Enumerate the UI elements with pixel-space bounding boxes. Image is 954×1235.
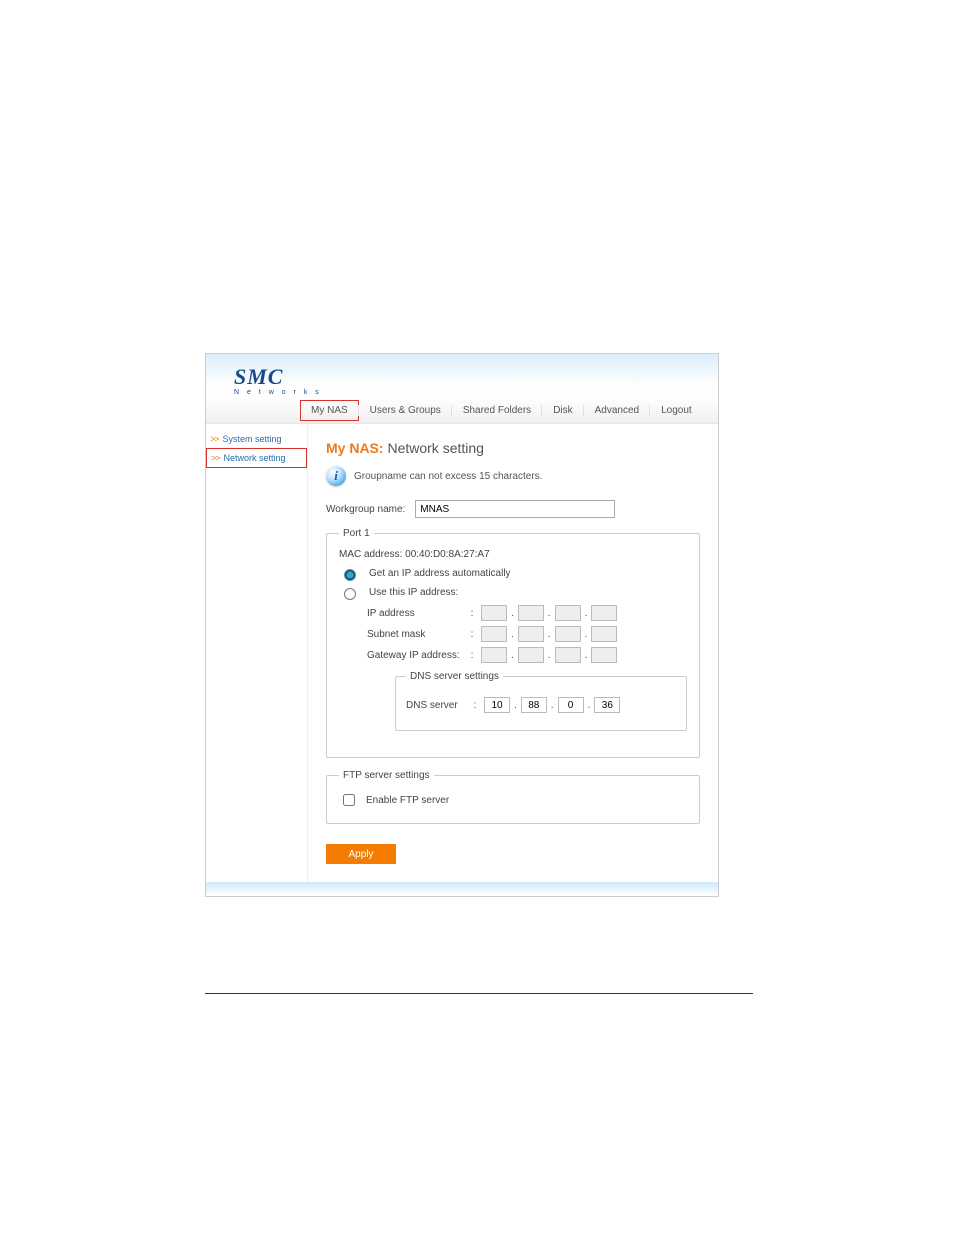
title-text: Network setting (387, 440, 483, 456)
workgroup-label: Workgroup name: (326, 504, 405, 515)
dns-fieldset: DNS server settings DNS server : . . . (395, 671, 687, 731)
dns-octet-3[interactable] (558, 697, 584, 713)
mask-octet-3[interactable] (555, 626, 581, 642)
workgroup-input[interactable] (415, 500, 615, 518)
ip-octet-4[interactable] (591, 605, 617, 621)
gw-octet-4[interactable] (591, 647, 617, 663)
header: SMC N e t w o r k s (206, 354, 718, 398)
ftp-fieldset: FTP server settings Enable FTP server (326, 770, 700, 824)
sidebar-item-label: Network setting (224, 453, 286, 463)
logo-text: SMC (234, 366, 283, 388)
ip-octet-3[interactable] (555, 605, 581, 621)
sidebar-item-label: System setting (223, 434, 282, 444)
tab-logout[interactable]: Logout (650, 400, 703, 421)
tab-my-nas[interactable]: My NAS (300, 400, 359, 421)
ip-octet-1[interactable] (481, 605, 507, 621)
dns-octet-1[interactable] (484, 697, 510, 713)
content: My NAS: Network setting i Groupname can … (308, 424, 718, 882)
sidebar-item-network-setting[interactable]: >> Network setting (206, 448, 307, 468)
apply-button[interactable]: Apply (326, 844, 396, 864)
logo: SMC N e t w o r k s (234, 366, 322, 396)
mask-octet-1[interactable] (481, 626, 507, 642)
dns-legend: DNS server settings (406, 671, 503, 682)
subnet-mask-label: Subnet mask (367, 629, 463, 640)
port1-fieldset: Port 1 MAC address: 00:40:D0:8A:27:A7 Ge… (326, 528, 700, 758)
sidebar: >> System setting >> Network setting (206, 424, 308, 882)
chevron-icon: >> (210, 434, 219, 444)
gw-octet-3[interactable] (555, 647, 581, 663)
page-title: My NAS: Network setting (326, 440, 700, 456)
radio-auto-row: Get an IP address automatically (339, 566, 687, 581)
app-window: SMC N e t w o r k s My NAS Users & Group… (205, 353, 719, 897)
body: >> System setting >> Network setting My … (206, 424, 718, 882)
workgroup-row: Workgroup name: (326, 500, 700, 518)
info-message: i Groupname can not excess 15 characters… (326, 466, 700, 486)
radio-manual[interactable] (344, 588, 356, 600)
mac-row: MAC address: 00:40:D0:8A:27:A7 (339, 549, 687, 560)
title-prefix: My NAS: (326, 440, 384, 456)
sidebar-item-system-setting[interactable]: >> System setting (206, 430, 307, 448)
subnet-mask-octets: . . . (481, 626, 617, 642)
radio-manual-label: Use this IP address: (369, 587, 458, 598)
mac-label: MAC address: (339, 549, 402, 560)
tab-disk[interactable]: Disk (542, 400, 583, 421)
ip-address-octets: . . . (481, 605, 617, 621)
ftp-legend: FTP server settings (339, 770, 434, 781)
page-divider (205, 993, 753, 994)
mask-octet-2[interactable] (518, 626, 544, 642)
info-icon: i (326, 466, 346, 486)
ftp-enable-row: Enable FTP server (339, 791, 687, 809)
manual-ip-group: IP address : . . . Subnet mask : (367, 605, 687, 731)
mac-value: 00:40:D0:8A:27:A7 (405, 549, 490, 560)
tab-advanced[interactable]: Advanced (584, 400, 650, 421)
gateway-label: Gateway IP address: (367, 650, 463, 661)
radio-manual-row: Use this IP address: (339, 585, 687, 600)
mask-octet-4[interactable] (591, 626, 617, 642)
dns-octets: . . . (484, 697, 620, 713)
gateway-octets: . . . (481, 647, 617, 663)
info-text: Groupname can not excess 15 characters. (354, 471, 542, 482)
tab-users-groups[interactable]: Users & Groups (359, 400, 452, 421)
ip-octet-2[interactable] (518, 605, 544, 621)
tab-bar: My NAS Users & Groups Shared Folders Dis… (206, 398, 718, 424)
gw-octet-2[interactable] (518, 647, 544, 663)
gateway-row: Gateway IP address: : . . . (367, 647, 687, 663)
ip-address-label: IP address (367, 608, 463, 619)
dns-label: DNS server (406, 700, 466, 711)
subnet-mask-row: Subnet mask : . . . (367, 626, 687, 642)
port1-legend: Port 1 (339, 528, 374, 539)
logo-subtext: N e t w o r k s (234, 389, 322, 396)
radio-auto-label: Get an IP address automatically (369, 568, 511, 579)
dns-octet-4[interactable] (594, 697, 620, 713)
gw-octet-1[interactable] (481, 647, 507, 663)
radio-auto[interactable] (344, 569, 356, 581)
tab-shared-folders[interactable]: Shared Folders (452, 400, 542, 421)
dns-octet-2[interactable] (521, 697, 547, 713)
ftp-enable-checkbox[interactable] (343, 794, 355, 806)
ftp-enable-label: Enable FTP server (366, 795, 449, 806)
chevron-icon: >> (211, 453, 220, 463)
ip-address-row: IP address : . . . (367, 605, 687, 621)
footer-bar (206, 882, 718, 896)
